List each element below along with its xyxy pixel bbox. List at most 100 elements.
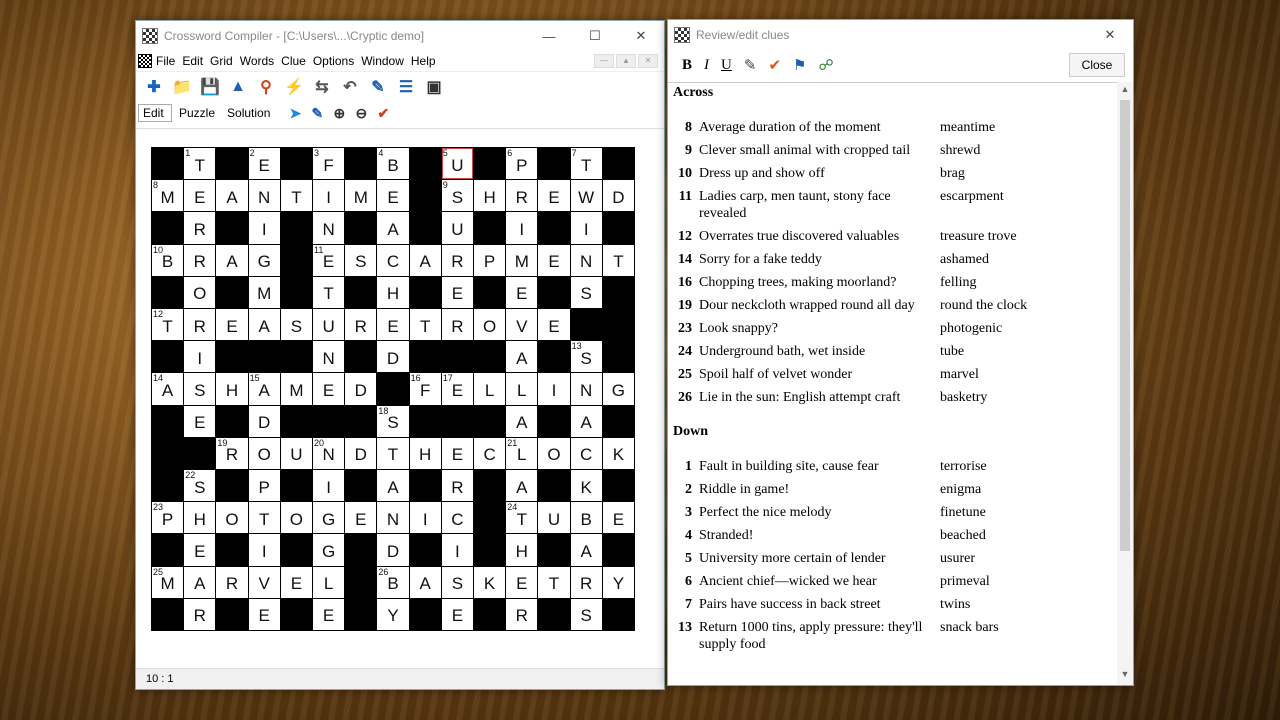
black-square[interactable] [602,276,634,308]
grid-cell[interactable]: G [602,373,634,405]
grid-cell[interactable]: C [441,502,473,534]
grid-cell[interactable]: R [345,309,377,341]
menu-window[interactable]: Window [361,54,404,68]
grid-cell[interactable]: H [184,502,216,534]
grid-cell[interactable]: O [248,437,280,469]
tags-icon[interactable]: ⚑ [793,56,806,75]
grid-cell[interactable]: L [313,566,345,598]
black-square[interactable] [216,148,248,180]
black-square[interactable] [474,598,506,630]
grid-cell[interactable]: I [248,212,280,244]
underline-button[interactable]: U [721,57,732,74]
grid-cell[interactable]: A [184,566,216,598]
black-square[interactable] [216,212,248,244]
menu-options[interactable]: Options [313,54,354,68]
check-icon[interactable]: ✔ [373,103,393,123]
grid-cell[interactable]: T [313,276,345,308]
black-square[interactable] [216,598,248,630]
grid-cell[interactable]: E [377,309,409,341]
grid-cell[interactable]: O [184,276,216,308]
grid-cell[interactable]: E [538,244,570,276]
grid-cell[interactable]: E [538,180,570,212]
edit-icon[interactable]: ✎ [744,56,757,75]
check-icon[interactable]: ✔ [768,56,781,75]
across-clue-row[interactable]: 19 Dour neckcloth wrapped round all day ro… [668,297,1118,314]
grid-cell[interactable]: T [602,244,634,276]
grid-cell[interactable]: E [441,437,473,469]
black-square[interactable] [280,534,312,566]
grid-cell[interactable]: H [377,276,409,308]
black-square[interactable] [602,598,634,630]
grid-cell[interactable]: O [474,309,506,341]
grid-cell[interactable]: S [570,598,602,630]
grid-cell[interactable]: 14 A [152,373,184,405]
lightning-icon[interactable]: ⚡ [284,77,304,97]
grid-cell[interactable]: L [506,373,538,405]
list-icon[interactable]: ☰ [396,77,416,97]
tab-edit[interactable]: Edit [138,104,172,122]
grid-cell[interactable]: 9S [441,180,473,212]
grid-cell[interactable]: E [313,598,345,630]
grid-cell[interactable]: 8M [152,180,184,212]
menu-grid[interactable]: Grid [210,54,233,68]
grid-cell[interactable]: 25 M [152,566,184,598]
black-square[interactable] [216,405,248,437]
grid-cell[interactable]: U [538,502,570,534]
grid-cell[interactable]: D [345,437,377,469]
grid-cell[interactable]: E [184,405,216,437]
black-square[interactable] [441,341,473,373]
grid-cell[interactable]: A [377,470,409,502]
black-square[interactable] [280,598,312,630]
grid-cell[interactable]: O [280,502,312,534]
black-square[interactable] [602,405,634,437]
black-square[interactable] [474,405,506,437]
grid-cell[interactable]: 26 B [377,566,409,598]
grid-cell[interactable]: R [506,180,538,212]
across-clue-row[interactable]: 25 Spoil half of velvet wonder marvel [668,366,1118,383]
black-square[interactable] [152,405,184,437]
black-square[interactable] [152,276,184,308]
down-clue-row[interactable]: 7 Pairs have success in back street twins [668,596,1118,613]
grid-cell[interactable]: 10 B [152,244,184,276]
mdi-restore-icon[interactable]: ▲ [616,54,636,68]
grid-cell[interactable]: T [248,502,280,534]
grid-cell[interactable]: 23 P [152,502,184,534]
grid-cell[interactable]: S [345,244,377,276]
zoom-in-icon[interactable]: ⊕ [329,103,349,123]
black-square[interactable] [216,341,248,373]
grid-cell[interactable]: C [474,437,506,469]
grid-cell[interactable]: O [538,437,570,469]
grid-cell[interactable]: 24 T [506,502,538,534]
black-square[interactable] [441,405,473,437]
across-clue-row[interactable]: 9 Clever small animal with cropped tail sh… [668,142,1118,159]
black-square[interactable] [602,534,634,566]
edit-clue-icon[interactable]: ✎ [368,77,388,97]
black-square[interactable] [216,534,248,566]
grid-cell[interactable]: H [506,534,538,566]
grid-cell[interactable]: G [313,534,345,566]
grid-cell[interactable]: I [570,212,602,244]
grid-cell[interactable]: E [441,276,473,308]
black-square[interactable] [602,309,634,341]
black-square[interactable] [538,212,570,244]
save-icon[interactable]: 💾 [200,77,220,97]
grid-cell[interactable]: K [570,470,602,502]
grid-cell[interactable]: 22 S [184,470,216,502]
grid-cell[interactable]: A [570,534,602,566]
black-square[interactable] [409,534,441,566]
upload-icon[interactable]: ▲ [228,77,248,97]
grid-cell[interactable]: D [377,341,409,373]
grid-cell[interactable]: V [248,566,280,598]
black-square[interactable] [280,276,312,308]
grid-cell[interactable]: E [377,180,409,212]
grid-cell[interactable]: S [184,373,216,405]
bold-button[interactable]: B [682,57,692,74]
black-square[interactable] [345,598,377,630]
down-clue-row[interactable]: 2 Riddle in game! enigma [668,481,1118,498]
grid-cell[interactable]: E [248,598,280,630]
grid-cell[interactable]: I [409,502,441,534]
down-clue-row[interactable]: 13 Return 1000 tins, apply pressure: they… [668,619,1118,653]
grid-cell[interactable]: U [280,437,312,469]
grid-cell[interactable]: E [313,373,345,405]
grid-cell[interactable]: C [570,437,602,469]
